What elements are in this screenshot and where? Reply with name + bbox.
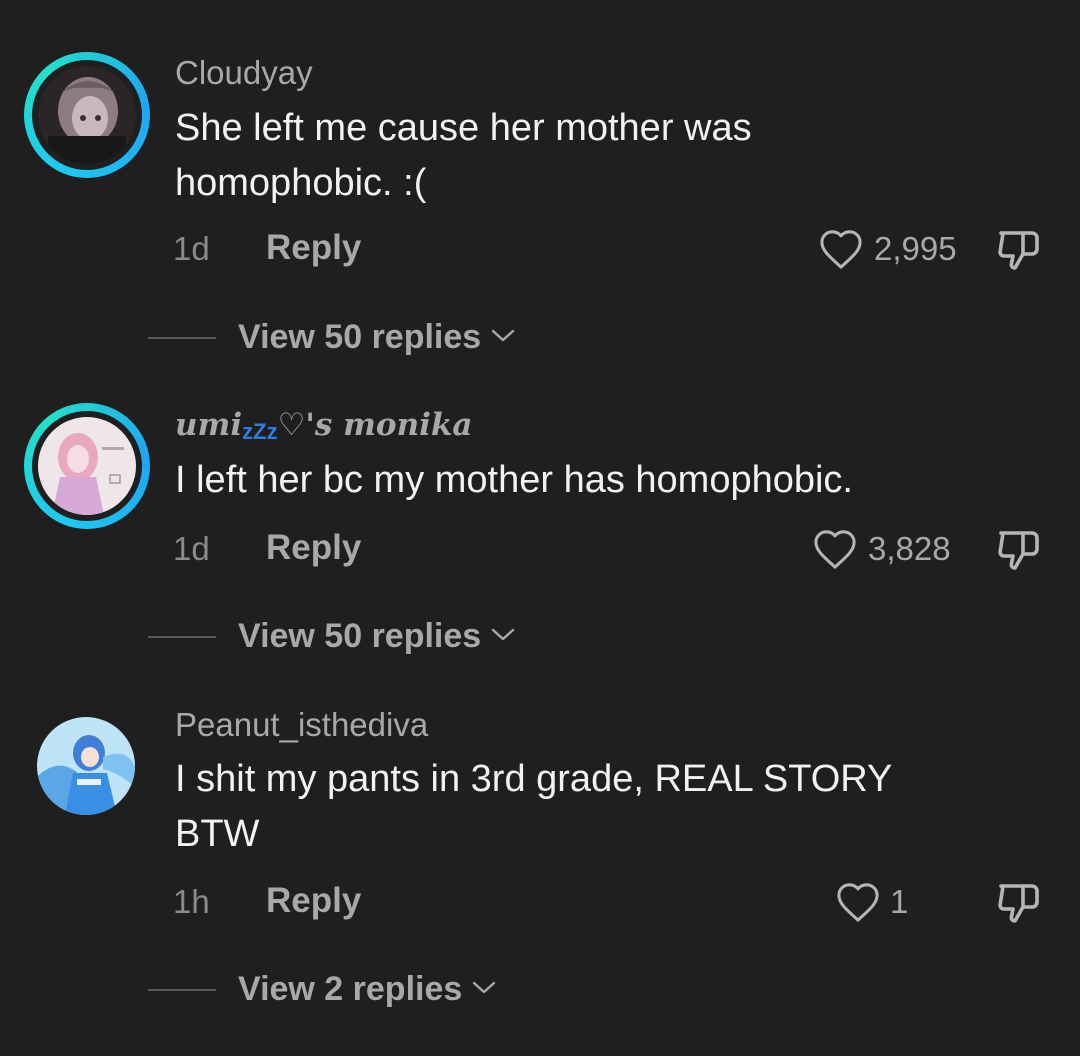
comment-text-line: I left her bc my mother has homophobic. — [175, 459, 853, 501]
view-replies-label: View 2 replies — [238, 970, 463, 1008]
like-count: 2,995 — [874, 230, 957, 267]
chevron-down-icon — [492, 329, 515, 342]
avatar[interactable] — [38, 66, 136, 164]
avatar-image — [37, 717, 135, 815]
reply-button[interactable]: Reply — [266, 228, 361, 268]
reply-button[interactable]: Reply — [266, 528, 361, 568]
comment-text-line: BTW — [175, 813, 260, 855]
thumbs-down-outline-icon[interactable] — [995, 526, 1043, 572]
like-count: 3,828 — [868, 530, 951, 567]
comment-username[interactable]: Peanut_isthediva — [175, 706, 428, 744]
replies-divider — [148, 989, 216, 991]
comment-timestamp: 1h — [173, 883, 210, 920]
comment-timestamp: 1d — [173, 530, 210, 567]
heart-outline-icon[interactable] — [818, 228, 864, 270]
avatar[interactable] — [38, 417, 136, 515]
username-suffix: ♡'s monika — [277, 407, 473, 443]
comment-text: She left me cause her mother was homopho… — [175, 101, 1035, 211]
heart-outline-icon[interactable] — [835, 881, 881, 923]
view-replies-button[interactable]: View 50 replies — [238, 617, 515, 656]
view-replies-button[interactable]: View 50 replies — [238, 318, 515, 357]
avatar[interactable] — [37, 717, 135, 815]
like-count: 1 — [890, 883, 909, 920]
reply-button[interactable]: Reply — [266, 881, 361, 921]
view-replies-label: View 50 replies — [238, 318, 482, 356]
chevron-down-icon — [492, 628, 515, 641]
comment-text-line: homophobic. :( — [175, 162, 427, 204]
username-prefix: umi — [175, 407, 243, 443]
thumbs-down-outline-icon[interactable] — [995, 226, 1043, 272]
replies-divider — [148, 337, 216, 339]
avatar-image — [38, 66, 136, 164]
sleep-zzz-emoji: zZz — [242, 419, 278, 444]
comment-text-line: I shit my pants in 3rd grade, REAL STORY — [175, 758, 893, 800]
comment-text: I shit my pants in 3rd grade, REAL STORY… — [175, 752, 1035, 862]
view-replies-button[interactable]: View 2 replies — [238, 970, 496, 1009]
comment-text-line: She left me cause her mother was — [175, 107, 752, 149]
avatar-story-ring[interactable] — [24, 403, 150, 529]
comment-username[interactable]: Cloudyay — [175, 54, 313, 92]
comment-username[interactable]: umizZz♡'s monika — [175, 407, 473, 444]
chevron-down-icon — [473, 981, 496, 994]
thumbs-down-outline-icon[interactable] — [995, 879, 1043, 925]
view-replies-label: View 50 replies — [238, 617, 482, 655]
replies-divider — [148, 636, 216, 638]
comment-text: I left her bc my mother has homophobic. — [175, 453, 1035, 508]
comment-timestamp: 1d — [173, 230, 210, 267]
avatar-story-ring[interactable] — [24, 52, 150, 178]
heart-outline-icon[interactable] — [812, 528, 858, 570]
avatar-image — [38, 417, 136, 515]
